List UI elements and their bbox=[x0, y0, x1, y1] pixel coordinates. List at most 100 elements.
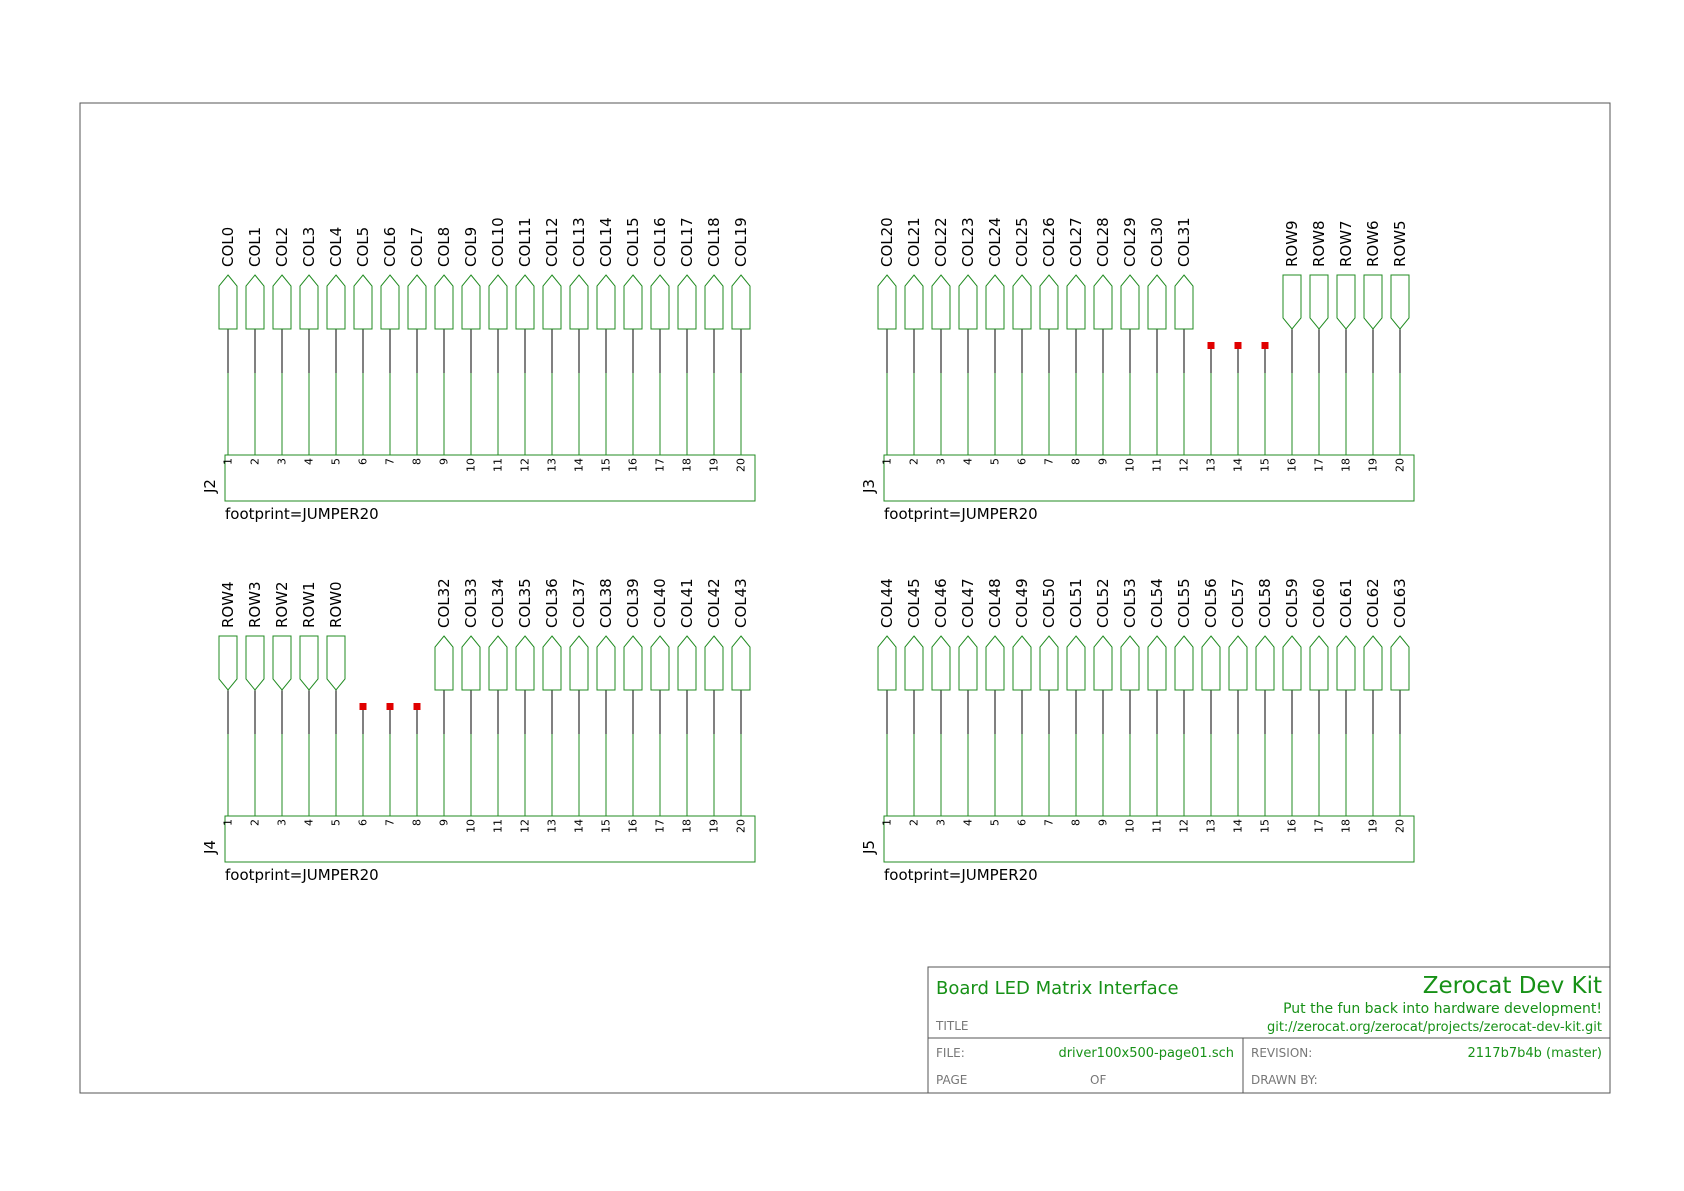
pin-number: 10 bbox=[1124, 458, 1137, 472]
no-connect-marker bbox=[386, 703, 394, 710]
pin-number: 5 bbox=[989, 819, 1002, 826]
port-flag bbox=[1039, 635, 1059, 691]
pin-number: 14 bbox=[573, 819, 586, 833]
ref-designator: J3 bbox=[860, 479, 878, 494]
port-flag bbox=[245, 635, 265, 691]
port-flag bbox=[1363, 635, 1383, 691]
port-flag bbox=[299, 635, 319, 691]
port-flag bbox=[434, 635, 454, 691]
pin-number: 5 bbox=[330, 819, 343, 826]
net-label: COL21 bbox=[905, 217, 923, 267]
pin-number: 17 bbox=[1313, 819, 1326, 833]
pin-number: 18 bbox=[681, 458, 694, 472]
net-label: COL27 bbox=[1067, 217, 1085, 267]
pin-number: 7 bbox=[384, 819, 397, 826]
pin-number: 9 bbox=[438, 458, 451, 465]
pin-number: 13 bbox=[1205, 819, 1218, 833]
port-flag bbox=[434, 274, 454, 330]
port-flag bbox=[1093, 635, 1113, 691]
pin-number: 15 bbox=[600, 458, 613, 472]
pin-number: 12 bbox=[1178, 458, 1191, 472]
company-name: Zerocat Dev Kit bbox=[1423, 973, 1602, 999]
footprint-label: footprint=JUMPER20 bbox=[884, 505, 1038, 523]
net-label: COL47 bbox=[959, 578, 977, 628]
pin-number: 11 bbox=[492, 819, 505, 833]
port-flag bbox=[1066, 635, 1086, 691]
pin-number: 6 bbox=[357, 458, 370, 465]
pin-number: 13 bbox=[546, 819, 559, 833]
pin-number: 2 bbox=[908, 819, 921, 826]
connector-j5: J5 footprint=JUMPER20 1 COL44 2 COL45 3 COL46 4 C… bbox=[860, 578, 1415, 884]
ref-designator: J4 bbox=[201, 840, 219, 855]
no-connect-marker bbox=[1261, 342, 1269, 349]
port-flag bbox=[1282, 635, 1302, 691]
pin-number: 19 bbox=[708, 819, 721, 833]
pin-number: 15 bbox=[1259, 819, 1272, 833]
port-flag bbox=[569, 635, 589, 691]
net-label: COL24 bbox=[986, 217, 1004, 267]
pin-number: 2 bbox=[908, 458, 921, 465]
port-flag bbox=[1336, 274, 1356, 330]
port-flag bbox=[704, 635, 724, 691]
net-label: COL3 bbox=[300, 227, 318, 267]
port-flag bbox=[326, 635, 346, 691]
port-flag bbox=[488, 274, 508, 330]
pin-number: 1 bbox=[222, 458, 235, 465]
pin-number: 8 bbox=[1070, 458, 1083, 465]
pin-number: 11 bbox=[1151, 458, 1164, 472]
net-label: ROW5 bbox=[1391, 220, 1409, 267]
net-label: COL43 bbox=[732, 578, 750, 628]
pin-number: 4 bbox=[962, 819, 975, 826]
connector-j4: J4 footprint=JUMPER20 1 ROW4 2 ROW3 3 ROW2 4 ROW1… bbox=[201, 578, 756, 884]
net-label: COL48 bbox=[986, 578, 1004, 628]
pin-number: 5 bbox=[989, 458, 1002, 465]
net-label: COL11 bbox=[516, 217, 534, 267]
port-flag bbox=[542, 274, 562, 330]
port-flag bbox=[461, 635, 481, 691]
net-label: COL29 bbox=[1121, 217, 1139, 267]
net-label: COL51 bbox=[1067, 578, 1085, 628]
pin-number: 13 bbox=[546, 458, 559, 472]
revision-label: REVISION: bbox=[1251, 1046, 1312, 1060]
net-label: COL12 bbox=[543, 217, 561, 267]
pin-number: 10 bbox=[465, 819, 478, 833]
net-label: COL2 bbox=[273, 227, 291, 267]
net-label: COL45 bbox=[905, 578, 923, 628]
repo-url: git://zerocat.org/zerocat/projects/zeroc… bbox=[1267, 1020, 1602, 1035]
port-flag bbox=[1201, 635, 1221, 691]
pin-number: 4 bbox=[303, 819, 316, 826]
net-label: COL63 bbox=[1391, 578, 1409, 628]
pin-number: 15 bbox=[600, 819, 613, 833]
port-flag bbox=[1336, 635, 1356, 691]
net-label: COL59 bbox=[1283, 578, 1301, 628]
footprint-label: footprint=JUMPER20 bbox=[225, 866, 379, 884]
title-block: Board LED Matrix Interface TITLE Zerocat… bbox=[927, 966, 1611, 1094]
pin-number: 19 bbox=[1367, 458, 1380, 472]
pin-number: 20 bbox=[1394, 458, 1407, 472]
drawn-by-label: DRAWN BY: bbox=[1251, 1073, 1318, 1087]
net-label: COL4 bbox=[327, 227, 345, 267]
ref-designator: J2 bbox=[201, 479, 219, 494]
pin-number: 7 bbox=[384, 458, 397, 465]
no-connect-marker bbox=[413, 703, 421, 710]
port-flag bbox=[1147, 274, 1167, 330]
pin-number: 20 bbox=[735, 458, 748, 472]
port-flag bbox=[1039, 274, 1059, 330]
port-flag bbox=[623, 274, 643, 330]
net-label: COL14 bbox=[597, 217, 615, 267]
pin-number: 10 bbox=[1124, 819, 1137, 833]
net-label: COL61 bbox=[1337, 578, 1355, 628]
pin-number: 8 bbox=[1070, 819, 1083, 826]
port-flag bbox=[1120, 274, 1140, 330]
port-flag bbox=[245, 274, 265, 330]
port-flag bbox=[1093, 274, 1113, 330]
net-label: COL60 bbox=[1310, 578, 1328, 628]
port-flag bbox=[958, 274, 978, 330]
company-tagline: Put the fun back into hardware developme… bbox=[1283, 1001, 1602, 1017]
port-flag bbox=[704, 274, 724, 330]
port-flag bbox=[461, 274, 481, 330]
net-label: ROW4 bbox=[219, 581, 237, 628]
port-flag bbox=[985, 274, 1005, 330]
port-flag bbox=[931, 635, 951, 691]
net-label: COL32 bbox=[435, 578, 453, 628]
